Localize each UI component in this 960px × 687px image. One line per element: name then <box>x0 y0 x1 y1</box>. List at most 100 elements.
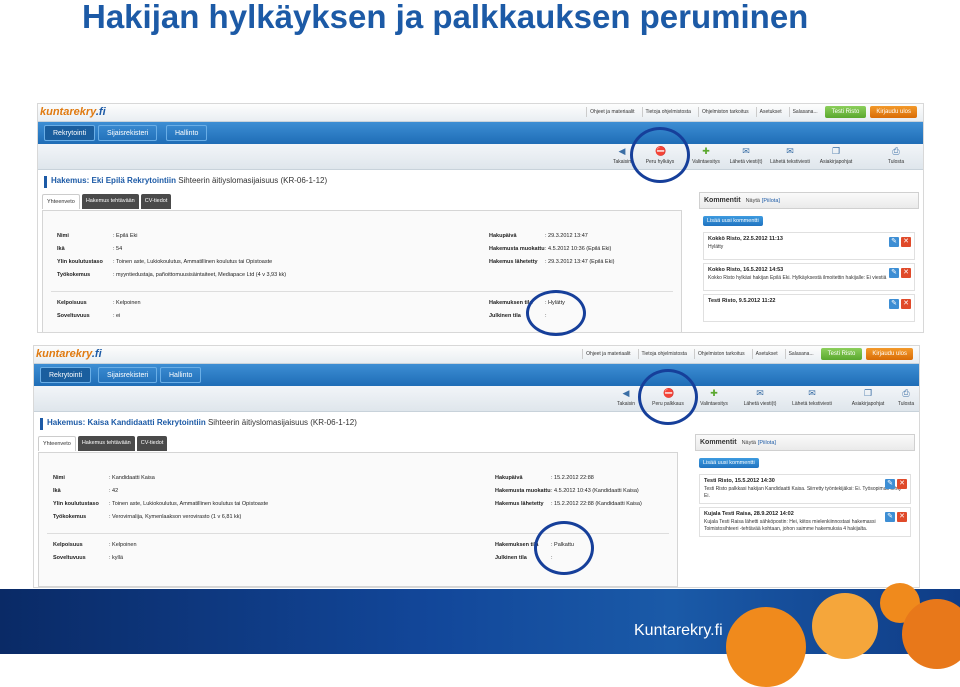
comment-item: Kokkö Risto, 22.5.2012 11:13 Hylätty ✎ ✕ <box>703 232 915 260</box>
toolbar: ◀ Takaisin ⛔ Peru palkkaus ✚ Valintaesitys … <box>34 386 919 412</box>
tab-yhteenveto[interactable]: Yhteenveto <box>38 436 76 451</box>
label-soveltuvuus: Soveltuvuus <box>57 313 90 319</box>
send-message-button[interactable]: ✉ Lähetä viesti(t) <box>740 388 780 408</box>
delete-icon[interactable]: ✕ <box>897 512 907 522</box>
value-kelpoisuus: : Kelpoinen <box>113 300 141 306</box>
detail-tabs: Yhteenveto Hakemus tehtävään CV-tiedot <box>38 436 168 451</box>
comments-show-link[interactable]: Näytä <box>746 198 760 204</box>
delete-icon[interactable]: ✕ <box>897 479 907 489</box>
divider <box>51 291 673 292</box>
field-tyokokemus: Työkokemus: Verovirnalija, Kymenlaakson … <box>53 514 241 520</box>
detail-tabs: Yhteenveto Hakemus tehtävään CV-tiedot <box>42 194 172 209</box>
comment-text: Testi Risto palkkasi hakijan Kandidaatti… <box>704 486 902 499</box>
link-salasana[interactable]: Salasana... <box>784 349 817 359</box>
selection-proposal-button[interactable]: ✚ Valintaesitys <box>694 389 734 408</box>
send-sms-button[interactable]: ✉ Lähetä tekstiviesti <box>792 389 832 408</box>
link-tarkoitus[interactable]: Ohjelmiston tarkoitus <box>693 349 748 359</box>
link-ohjeet[interactable]: Ohjeet ja materiaalit <box>586 107 637 117</box>
back-label: Takaisin <box>612 159 632 165</box>
envelope-icon: ✉ <box>742 146 750 156</box>
value-hakupaiva: : 29.3.2012 13:47 <box>545 233 588 239</box>
send-sms-button[interactable]: ✉ Lähetä tekstiviesti <box>770 147 810 166</box>
value-soveltuvuus: : kyllä <box>109 555 124 561</box>
value-lahetetty: : 15.2.2012 22:88 (Kandidaatti Kaisa) <box>551 501 642 507</box>
tab-hakemus[interactable]: Hakemus tehtävään <box>77 436 135 451</box>
delete-icon[interactable]: ✕ <box>901 268 911 278</box>
comments-panel: Kommentit Näytä [Piilota] Lisää uusi komm… <box>699 192 919 332</box>
templates-button[interactable]: ❐ Asiakirjapohjat <box>848 389 888 408</box>
highlight-undo-hire <box>638 369 698 425</box>
field-lahetetty: Hakemus lähetetty: 15.2.2012 22:88 (Kand… <box>495 501 642 507</box>
comment-item: Kokko Risto, 16.5.2012 14:53 Kokko Risto… <box>703 263 915 291</box>
nav-tab-sijaisrekisteri[interactable]: Sijaisrekisteri <box>98 367 158 383</box>
field-tyokokemus: Työkokemus: myyntiedustaja, pañoittomuus… <box>57 272 286 278</box>
label-muokattu: Hakemusta muokattu <box>495 488 551 494</box>
tab-cv[interactable]: CV-tiedot <box>140 194 172 209</box>
link-ohjeet[interactable]: Ohjeet ja materiaalit <box>582 349 633 359</box>
comments-hide-link[interactable]: [Piilota] <box>762 198 780 204</box>
link-tietoja[interactable]: Tietoja ohjelmistosta <box>637 349 690 359</box>
envelope-icon: ✉ <box>756 388 764 398</box>
edit-icon[interactable]: ✎ <box>889 237 899 247</box>
summary-panel: Nimi: Epilä Eki Ikä: 54 Ylin koulutustas… <box>42 210 682 332</box>
printer-icon: ⎙ <box>902 388 910 398</box>
edit-icon[interactable]: ✎ <box>885 479 895 489</box>
label-nimi: Nimi <box>57 233 69 239</box>
footer-logo: Kuntarekry.fi <box>634 622 723 639</box>
nav-tab-rekrytointi[interactable]: Rekrytointi <box>40 367 92 383</box>
comments-hide-link[interactable]: [Piilota] <box>758 440 776 446</box>
add-comment-button[interactable]: Lisää uusi kommentti <box>703 216 763 226</box>
link-salasana[interactable]: Salasana... <box>788 107 821 117</box>
logout-button[interactable]: Kirjaudu ulos <box>866 348 913 360</box>
heading-prefix: Hakemus: <box>47 418 86 427</box>
tab-yhteenveto[interactable]: Yhteenveto <box>42 194 80 209</box>
logo[interactable]: kuntarekry.fi <box>40 106 106 118</box>
edit-icon[interactable]: ✎ <box>889 268 899 278</box>
value-nimi: : Epilä Eki <box>113 233 138 239</box>
send-message-button[interactable]: ✉ Lähetä viesti(t) <box>726 146 766 166</box>
print-button[interactable]: ⎙ Tulosta <box>886 388 919 408</box>
link-asetukset[interactable]: Asetukset <box>755 107 785 117</box>
delete-icon[interactable]: ✕ <box>901 237 911 247</box>
nav-bar: Rekrytointi Sijaisrekisteri Hallinto <box>34 364 919 386</box>
laptop-decoration <box>812 593 878 659</box>
field-lahetetty: Hakemus lähetetty: 29.3.2012 13:47 (Epil… <box>489 259 614 265</box>
comments-header: Kommentit Näytä [Piilota] <box>699 192 919 209</box>
value-ylin: : Toinen aste, Lukiokoulutus, Ammatillin… <box>113 259 273 265</box>
logout-button[interactable]: Kirjaudu ulos <box>870 106 917 118</box>
logo[interactable]: kuntarekry.fi <box>36 348 102 360</box>
field-hakupaiva: Hakupäivä: 29.3.2012 13:47 <box>489 233 588 239</box>
field-kelpoisuus: Kelpoisuus: Kelpoinen <box>53 542 137 548</box>
field-soveltuvuus: Soveltuvuus: ei <box>57 313 120 319</box>
link-tarkoitus[interactable]: Ohjelmiston tarkoitus <box>697 107 752 117</box>
field-hakupaiva: Hakupäivä: 15.2.2012 22:88 <box>495 475 594 481</box>
field-ylin: Ylin koulutustaso: Toinen aste, Lukiokou… <box>57 259 272 265</box>
comments-show-link[interactable]: Näytä <box>742 440 756 446</box>
tab-cv[interactable]: CV-tiedot <box>136 436 168 451</box>
delete-icon[interactable]: ✕ <box>901 299 911 309</box>
user-button[interactable]: Testi Risto <box>824 106 867 118</box>
field-kelpoisuus: Kelpoisuus : Kelpoinen <box>57 300 141 306</box>
edit-icon[interactable]: ✎ <box>885 512 895 522</box>
applicant-name: Eki Epilä Rekrytointiin <box>91 176 176 185</box>
nav-tab-sijaisrekisteri[interactable]: Sijaisrekisteri <box>98 125 158 141</box>
nav-tab-rekrytointi[interactable]: Rekrytointi <box>44 125 96 141</box>
nav-tab-hallinto[interactable]: Hallinto <box>160 367 202 383</box>
add-comment-button[interactable]: Lisää uusi kommentti <box>699 458 759 468</box>
tab-hakemus[interactable]: Hakemus tehtävään <box>81 194 139 209</box>
label-kelpoisuus: Kelpoisuus <box>57 300 87 306</box>
user-button[interactable]: Testi Risto <box>820 348 863 360</box>
field-nimi: Nimi : Epilä Eki <box>57 233 137 239</box>
link-asetukset[interactable]: Asetukset <box>751 349 781 359</box>
slide-title: Hakijan hylkäyksen ja palkkauksen perumi… <box>82 0 809 35</box>
nav-tab-hallinto[interactable]: Hallinto <box>166 125 208 141</box>
wrench-decoration <box>902 599 960 669</box>
comment-text: Hylätty <box>708 244 724 250</box>
label-nimi: Nimi <box>53 475 65 481</box>
selection-proposal-button[interactable]: ✚ Valintaesitys <box>686 147 726 166</box>
templates-button[interactable]: ❐ Asiakirjapohjat <box>816 147 856 166</box>
edit-icon[interactable]: ✎ <box>889 299 899 309</box>
link-tietoja[interactable]: Tietoja ohjelmistosta <box>641 107 694 117</box>
print-button[interactable]: ⎙ Tulosta <box>876 147 916 166</box>
logo-suffix: .fi <box>95 106 106 118</box>
